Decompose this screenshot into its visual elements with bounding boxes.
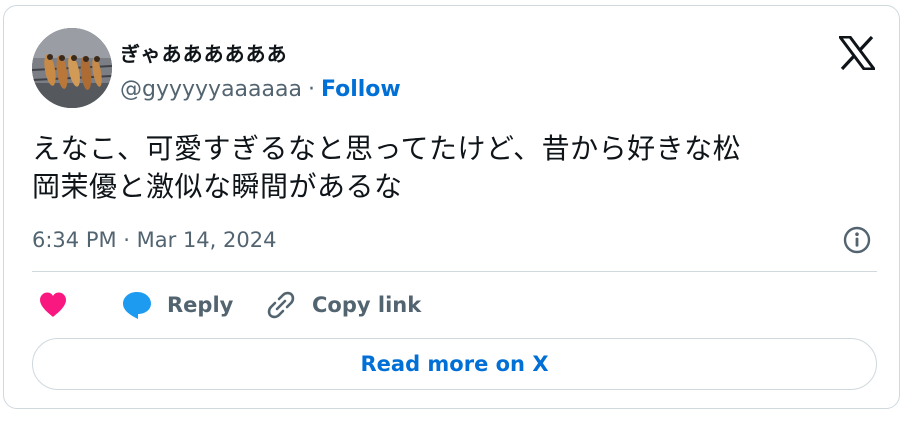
tweet-text: えなこ、可愛すぎるなと思ってたけど、昔から好きな松 岡茉優と激似な瞬間があるな [32, 130, 872, 206]
reply-button[interactable]: Reply [121, 289, 233, 321]
info-icon[interactable] [842, 225, 872, 255]
tweet-card: ぎゃああああああ @gyyyyyaaaaaa · Follow えなこ、可愛すぎるな… [3, 5, 900, 409]
speech-bubble-icon [123, 292, 151, 319]
reply-label: Reply [167, 293, 234, 317]
like-button[interactable] [38, 289, 68, 321]
separator-dot: · [307, 77, 315, 102]
link-icon [267, 291, 295, 319]
tweet-text-line: えなこ、可愛すぎるなと思ってたけど、昔から好きな松 [32, 132, 742, 165]
heart-icon [40, 292, 66, 317]
read-more-button[interactable]: Read more on X [32, 338, 877, 390]
author-display-name[interactable]: ぎゃああああああ [120, 42, 288, 66]
avatar-image-icon [32, 28, 112, 108]
author-handle[interactable]: @gyyyyyaaaaaa [120, 77, 302, 102]
avatar[interactable] [32, 28, 112, 108]
follow-button[interactable]: Follow [321, 77, 401, 102]
copy-link-button[interactable]: Copy link [266, 289, 421, 321]
x-logo-icon[interactable] [839, 36, 875, 70]
divider [32, 271, 877, 272]
copy-link-label: Copy link [312, 293, 422, 317]
tweet-timestamp[interactable]: 6:34 PM · Mar 14, 2024 [32, 226, 276, 254]
tweet-text-line: 岡茉優と激似な瞬間があるな [32, 170, 403, 203]
author-handle-row: @gyyyyyaaaaaa · Follow [120, 76, 401, 104]
